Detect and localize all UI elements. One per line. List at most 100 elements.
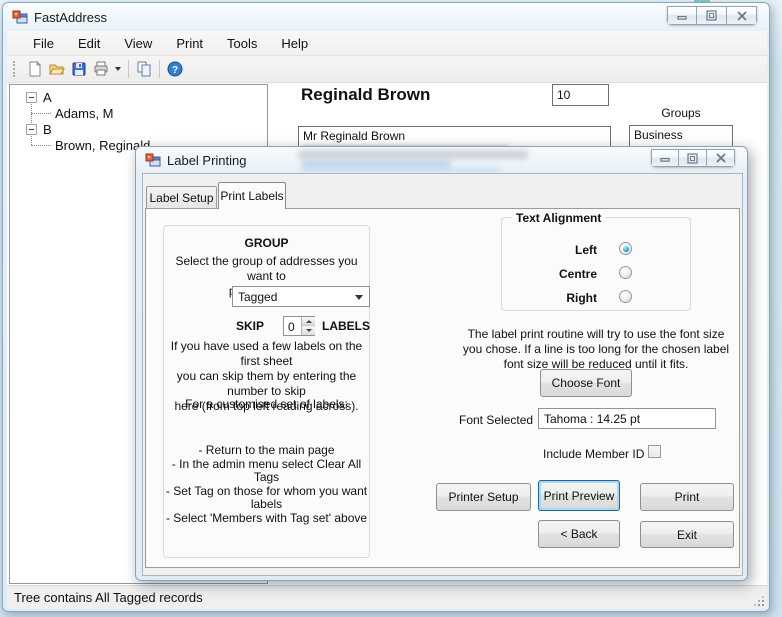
main-titlebar[interactable]: FastAddress [3, 3, 769, 31]
toolbar-separator [128, 60, 129, 78]
maximize-button[interactable] [679, 149, 707, 167]
member-id-field[interactable]: 10 [552, 84, 609, 106]
back-button[interactable]: < Back [538, 520, 620, 548]
resize-grip-icon[interactable] [753, 595, 765, 607]
close-button[interactable] [727, 6, 757, 25]
screen: FastAddress File Edit View Print Tools H… [0, 0, 782, 617]
stepper-buttons [301, 317, 314, 335]
tree-connector [31, 113, 51, 114]
dialog-icon [145, 152, 161, 168]
save-icon[interactable] [68, 59, 90, 79]
menu-view[interactable]: View [112, 36, 164, 51]
text-line: you can skip them by entering the number… [164, 369, 369, 399]
step-down-icon[interactable] [302, 326, 315, 335]
align-right-radio[interactable] [619, 290, 632, 303]
label-printing-dialog: Label Printing Label Setup Print Labels [135, 146, 748, 581]
tree-node[interactable]: A [43, 90, 52, 105]
collapse-node-icon[interactable] [26, 92, 37, 103]
tree-node[interactable]: B [43, 122, 52, 137]
combobox-value: Tagged [238, 290, 277, 304]
menu-tools[interactable]: Tools [215, 36, 269, 51]
text-line: Select the group of addresses you want t… [164, 254, 369, 284]
toolbar-separator [159, 60, 160, 78]
align-left-radio[interactable] [619, 242, 632, 255]
menu-bar: File Edit View Print Tools Help [7, 31, 767, 56]
font-help-text: The label print routine will try to use … [451, 327, 741, 372]
skip-stepper[interactable]: 0 [283, 316, 315, 336]
skip-value: 0 [288, 320, 295, 334]
minimize-button[interactable] [667, 6, 697, 25]
font-selected-label: Font Selected [459, 413, 533, 427]
glass-reflection [301, 160, 451, 168]
font-selected-field[interactable]: Tahoma : 14.25 pt [538, 408, 716, 429]
exit-button[interactable]: Exit [640, 521, 734, 548]
new-document-icon[interactable] [24, 59, 46, 79]
app-icon [12, 9, 28, 25]
choose-font-button[interactable]: Choose Font [540, 369, 632, 397]
align-left-label: Left [502, 243, 597, 257]
svg-text:?: ? [172, 65, 178, 76]
copy-icon[interactable] [133, 59, 155, 79]
maximize-button[interactable] [697, 6, 727, 25]
text-line: The label print routine will try to use … [451, 327, 741, 342]
tree-connector [31, 145, 51, 146]
dialog-title: Label Printing [167, 153, 247, 168]
chevron-down-icon[interactable] [355, 295, 363, 300]
printer-setup-button[interactable]: Printer Setup [436, 483, 531, 511]
group-heading: GROUP [164, 236, 369, 251]
include-member-id-label: Include Member ID [543, 447, 644, 461]
toolbar: ? [7, 56, 767, 83]
tree-leaf[interactable]: Adams, M [55, 106, 114, 121]
dialog-controls [651, 149, 735, 167]
menu-help[interactable]: Help [269, 36, 320, 51]
window-controls [667, 6, 757, 25]
include-member-id-checkbox[interactable] [648, 445, 661, 458]
custom-labels-heading: For a customised set of labels: [164, 397, 369, 412]
tab-control: Label Setup Print Labels GROUP Select th… [145, 182, 742, 569]
group-combobox[interactable]: Tagged [232, 286, 370, 307]
text-line: - Select 'Members with Tag set' above [164, 512, 369, 526]
groups-label: Groups [629, 106, 733, 120]
record-name: Reginald Brown [301, 85, 430, 105]
menu-edit[interactable]: Edit [66, 36, 112, 51]
text-alignment-box: Text Alignment Left Centre Right [501, 217, 691, 311]
text-line: - Return to the main page [164, 444, 369, 458]
status-bar: Tree contains All Tagged records [7, 585, 767, 609]
labels-label: LABELS [322, 319, 370, 333]
minimize-button[interactable] [651, 149, 679, 167]
open-folder-icon[interactable] [46, 59, 68, 79]
dialog-client: Label Setup Print Labels GROUP Select th… [142, 173, 743, 576]
window-title: FastAddress [34, 10, 107, 25]
toolbar-grip[interactable] [13, 61, 16, 77]
custom-labels-steps: - Return to the main page - In the admin… [164, 444, 369, 525]
align-centre-radio[interactable] [619, 266, 632, 279]
tree-connector [31, 136, 32, 145]
tab-print-labels[interactable]: Print Labels [218, 182, 286, 209]
print-icon[interactable] [90, 59, 112, 79]
list-item[interactable]: Business [630, 126, 732, 144]
close-button[interactable] [707, 149, 735, 167]
text-line: If you have used a few labels on the fir… [164, 339, 369, 369]
text-line: you chose. If a line is too long for the… [451, 342, 741, 357]
text-line: - In the admin menu select Clear All Tag… [164, 458, 369, 485]
address-line: Mr Reginald Brown [303, 129, 405, 143]
menu-print[interactable]: Print [164, 36, 215, 51]
align-right-label: Right [502, 291, 597, 305]
text-line: - Set Tag on those for whom you want lab… [164, 485, 369, 512]
menu-file[interactable]: File [21, 36, 66, 51]
print-dropdown-icon[interactable] [115, 67, 121, 71]
group-selection-box: GROUP Select the group of addresses you … [163, 225, 370, 558]
tab-label-setup[interactable]: Label Setup [146, 186, 217, 209]
status-text: Tree contains All Tagged records [14, 590, 203, 605]
collapse-node-icon[interactable] [26, 124, 37, 135]
print-button[interactable]: Print [640, 483, 734, 511]
glass-reflection [298, 150, 528, 159]
step-up-icon[interactable] [302, 317, 315, 326]
print-preview-button[interactable]: Print Preview [538, 480, 620, 511]
skip-label: SKIP [236, 319, 264, 333]
text-alignment-heading: Text Alignment [512, 211, 605, 225]
dialog-titlebar[interactable]: Label Printing [136, 147, 747, 175]
print-labels-tabpage: GROUP Select the group of addresses you … [145, 208, 740, 568]
help-icon[interactable]: ? [164, 59, 186, 79]
align-centre-label: Centre [502, 267, 597, 281]
